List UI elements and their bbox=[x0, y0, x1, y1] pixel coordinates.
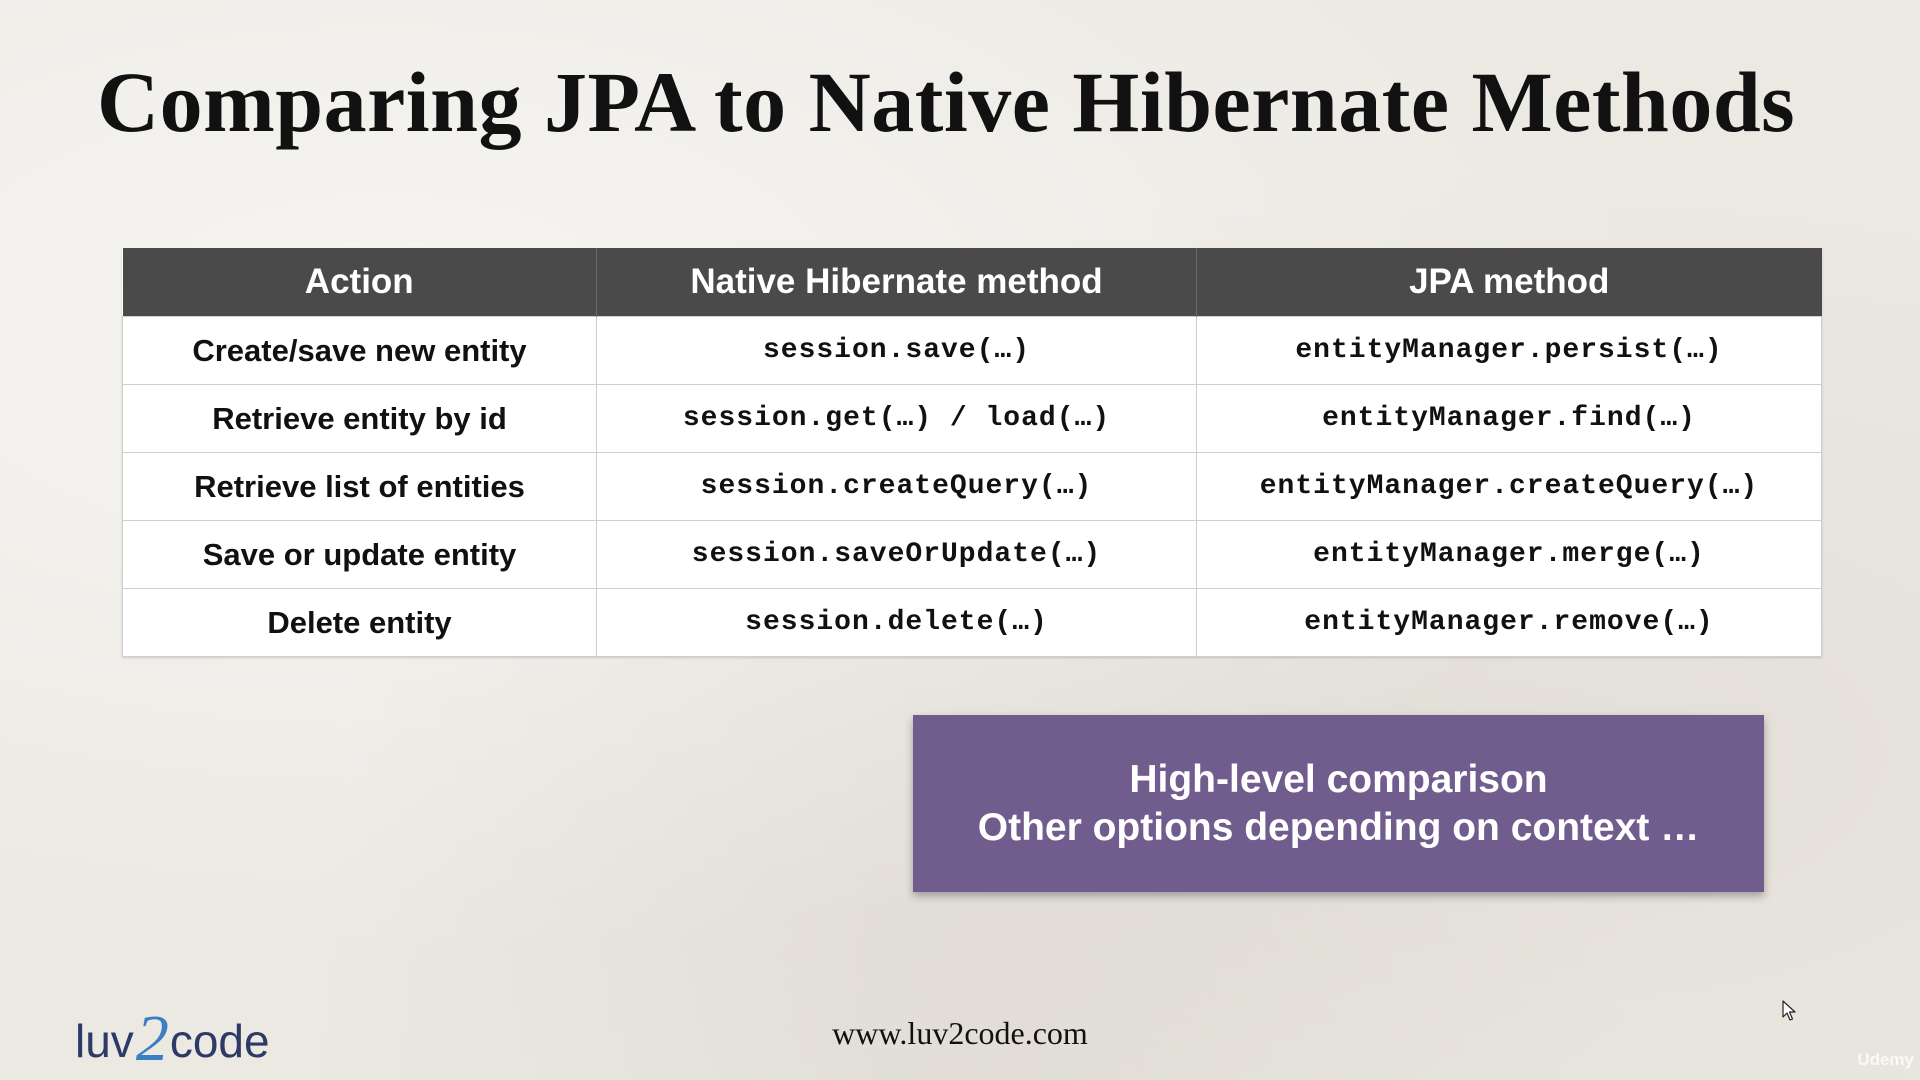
jpa-method-cell: entityManager.persist(…) bbox=[1196, 316, 1822, 385]
table-row: Save or update entity session.saveOrUpda… bbox=[122, 520, 1822, 589]
table-header-row: Action Native Hibernate method JPA metho… bbox=[122, 248, 1822, 317]
action-cell: Delete entity bbox=[122, 588, 597, 657]
hibernate-method-cell: session.save(…) bbox=[596, 316, 1197, 385]
action-cell: Retrieve entity by id bbox=[122, 384, 597, 453]
comparison-table: Action Native Hibernate method JPA metho… bbox=[122, 248, 1822, 657]
table-row: Retrieve list of entities session.create… bbox=[122, 452, 1822, 521]
callout-line-2: Other options depending on context … bbox=[977, 805, 1700, 849]
callout-line-1: High-level comparison bbox=[1129, 757, 1548, 801]
header-native-hibernate: Native Hibernate method bbox=[596, 248, 1197, 317]
table-row: Retrieve entity by id session.get(…) / l… bbox=[122, 384, 1822, 453]
jpa-method-cell: entityManager.find(…) bbox=[1196, 384, 1822, 453]
header-action: Action bbox=[122, 248, 597, 317]
slide-title: Comparing JPA to Native Hibernate Method… bbox=[97, 54, 1796, 150]
header-jpa: JPA method bbox=[1196, 248, 1822, 317]
action-cell: Save or update entity bbox=[122, 520, 597, 589]
jpa-method-cell: entityManager.createQuery(…) bbox=[1196, 452, 1822, 521]
table-row: Create/save new entity session.save(…) e… bbox=[122, 316, 1822, 385]
comparison-callout-box: High-level comparison Other options depe… bbox=[913, 715, 1764, 892]
action-cell: Retrieve list of entities bbox=[122, 452, 597, 521]
hibernate-method-cell: session.saveOrUpdate(…) bbox=[596, 520, 1197, 589]
mouse-cursor-icon bbox=[1782, 1000, 1796, 1021]
action-cell: Create/save new entity bbox=[122, 316, 597, 385]
hibernate-method-cell: session.createQuery(…) bbox=[596, 452, 1197, 521]
udemy-watermark: Udemy bbox=[1857, 1050, 1914, 1069]
footer-url: www.luv2code.com bbox=[832, 1015, 1088, 1051]
jpa-method-cell: entityManager.merge(…) bbox=[1196, 520, 1822, 589]
hibernate-method-cell: session.get(…) / load(…) bbox=[596, 384, 1197, 453]
table-row: Delete entity session.delete(…) entityMa… bbox=[122, 588, 1822, 657]
jpa-method-cell: entityManager.remove(…) bbox=[1196, 588, 1822, 657]
hibernate-method-cell: session.delete(…) bbox=[596, 588, 1197, 657]
